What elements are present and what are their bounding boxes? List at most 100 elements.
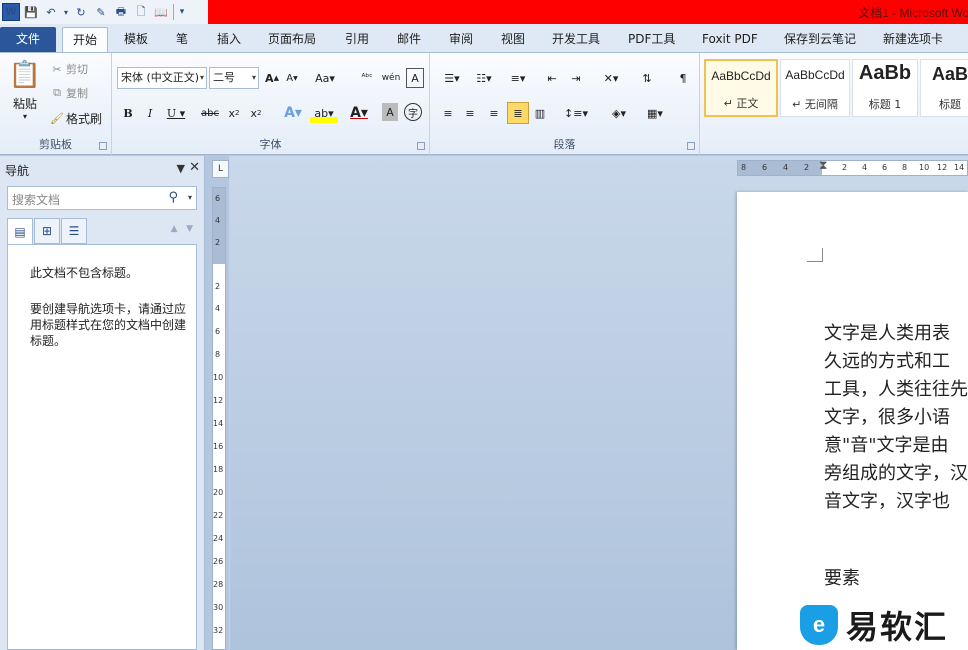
subscript-icon[interactable]: x2 [226,103,242,123]
tab-pages[interactable]: ⊞ [34,218,60,244]
font-size-dropdown-icon[interactable]: ▾ [252,68,256,88]
tab-file[interactable]: 文件 [0,27,56,52]
paste-label[interactable]: 粘贴 [6,95,44,111]
shrink-font-icon[interactable]: A ▼ [284,68,300,88]
tab-pdf-tools[interactable]: PDF工具 [628,27,675,52]
tab-mailings[interactable]: 邮件 [397,27,421,52]
style-no-spacing[interactable]: AaBbCcDd ↵ 无间隔 [780,59,850,117]
justify-icon[interactable]: ≣ [507,102,529,124]
font-name-value: 宋体 (中文正文) [121,71,200,84]
undo-icon[interactable]: ↶ [42,3,60,21]
create-headings-hint: 要创建导航选项卡，请通过应用标题样式在您的文档中创建标题。 [30,302,187,348]
align-right-icon[interactable]: ≡ [484,103,504,123]
horizontal-ruler[interactable]: 8 6 4 2 ⧗ 2 4 6 8 10 12 14 [737,158,968,176]
tab-template[interactable]: 模板 [124,27,148,52]
style-title[interactable]: AaB 标题 [920,59,968,117]
grow-font-icon[interactable]: A ▲ [264,68,280,88]
copy-label[interactable]: 复制 [66,85,88,101]
font-name-combo[interactable]: 宋体 (中文正文) ▾ [117,67,207,89]
tab-headings[interactable]: ▤ [7,218,33,245]
paste-dropdown-icon[interactable]: ▾ [20,111,30,121]
format-painter-icon[interactable]: 🖌 [50,110,64,126]
new-doc-icon[interactable]: 🗋 [132,3,150,21]
distributed-icon[interactable]: ▥ [530,103,550,123]
line-spacing-icon[interactable]: ↕≡▾ [562,103,590,123]
superscript-icon[interactable]: x2 [248,103,264,123]
font-name-dropdown-icon[interactable]: ▾ [200,68,204,88]
underline-icon[interactable]: U ▾ [164,103,188,123]
search-icon[interactable]: ⚲ [168,190,178,205]
hruler-tick: 8 [902,163,908,172]
style-heading-1[interactable]: AaBb 标题 1 [852,59,918,117]
cut-icon[interactable]: ✂ [50,61,64,77]
text-effects-icon[interactable]: A▾ [280,103,306,123]
clipboard-launcher-icon[interactable] [99,142,107,150]
document-page[interactable]: 文字是人类用表 久远的方式和工 工具，人类往往先 文字，很多小语 意"音"文字是… [737,192,968,650]
strikethrough-icon[interactable]: abc [200,103,220,123]
tab-page-layout[interactable]: 页面布局 [268,27,316,52]
tab-view[interactable]: 视图 [501,27,525,52]
search-dropdown-icon[interactable]: ▾ [188,193,192,202]
increase-indent-icon[interactable]: ⇥ [566,68,586,88]
tab-cloud-note[interactable]: 保存到云笔记 [784,27,856,52]
show-marks-icon[interactable]: ¶ [674,68,692,88]
tab-new[interactable]: 新建选项卡 [883,27,943,52]
borders-icon[interactable]: ▦▾ [640,103,670,123]
redo-icon[interactable]: ↻ [72,3,90,21]
tab-results[interactable]: ☰ [61,218,87,244]
undo-dropdown-icon[interactable]: ▾ [62,3,70,21]
char-shading-icon[interactable]: A [382,103,398,121]
highlight-icon[interactable]: ab▾ [310,103,338,123]
style-no-spacing-name: ↵ 无间隔 [792,98,838,111]
print-preview-icon[interactable]: 🖶 [112,3,130,21]
bold-icon[interactable]: B [120,103,136,123]
vertical-ruler[interactable]: 6 4 2 2 4 6 8 10 12 14 16 18 20 22 24 26… [212,187,226,650]
align-left-icon[interactable]: ≡ [438,103,458,123]
decrease-indent-icon[interactable]: ⇤ [542,68,562,88]
sort-icon[interactable]: ⇅ [636,68,658,88]
pane-divider[interactable] [229,156,230,650]
tab-pen[interactable]: 笔 [176,27,188,52]
tab-stop-selector[interactable]: L [212,160,229,178]
pane-menu-icon[interactable]: ▼ [177,162,185,175]
tab-review[interactable]: 审阅 [449,27,473,52]
edit-icon[interactable]: ✎ [92,3,110,21]
close-icon[interactable]: ✕ [189,160,200,175]
shading-icon[interactable]: ◈▾ [604,103,634,123]
tab-developer[interactable]: 开发工具 [552,27,600,52]
multilevel-list-icon[interactable]: ≡▾ [504,68,532,88]
numbering-icon[interactable]: ☷▾ [470,68,498,88]
align-center-icon[interactable]: ≡ [460,103,480,123]
chinese-layout-icon[interactable]: ✕▾ [596,68,626,88]
font-launcher-icon[interactable] [417,142,425,150]
nav-arrows-icon[interactable]: ▲ ▼ [171,224,193,234]
indent-marker-icon[interactable]: ⧗ [819,158,827,173]
clear-format-icon[interactable]: ᴬᵇᶜ [356,68,378,88]
phonetic-guide-icon[interactable]: wén [380,68,402,88]
clipboard-group-label: 剪贴板 [39,138,72,151]
vruler-tick: 6 [215,194,221,203]
style-normal[interactable]: AaBbCcDd ↵ 正文 [704,59,778,117]
reading-mode-icon[interactable]: 📖 [152,3,170,21]
copy-icon[interactable]: ⧉ [50,85,64,101]
document-body[interactable]: 文字是人类用表 久远的方式和工 工具，人类往往先 文字，很多小语 意"音"文字是… [824,320,968,516]
tab-home[interactable]: 开始 [62,27,108,52]
search-input[interactable]: 搜索文档 ⚲ ▾ [7,186,197,210]
format-painter-label[interactable]: 格式刷 [66,110,102,126]
char-border-icon[interactable]: A [406,68,424,88]
enclose-char-icon[interactable]: 字 [404,103,422,121]
bullets-icon[interactable]: ☰▾ [438,68,466,88]
italic-icon[interactable]: I [142,103,158,123]
paste-icon[interactable]: 📋 [8,57,42,93]
font-color-icon[interactable]: A▾ [346,103,372,123]
customize-qat-icon[interactable]: ▾ [177,3,187,21]
cut-label[interactable]: 剪切 [66,61,88,77]
word-app-icon[interactable]: W [2,3,20,21]
change-case-icon[interactable]: Aa▾ [312,68,338,88]
paragraph-launcher-icon[interactable] [687,142,695,150]
font-size-combo[interactable]: 二号 ▾ [209,67,259,89]
tab-insert[interactable]: 插入 [217,27,241,52]
tab-references[interactable]: 引用 [345,27,369,52]
save-icon[interactable]: 💾 [22,3,40,21]
tab-foxit-pdf[interactable]: Foxit PDF [702,27,758,52]
